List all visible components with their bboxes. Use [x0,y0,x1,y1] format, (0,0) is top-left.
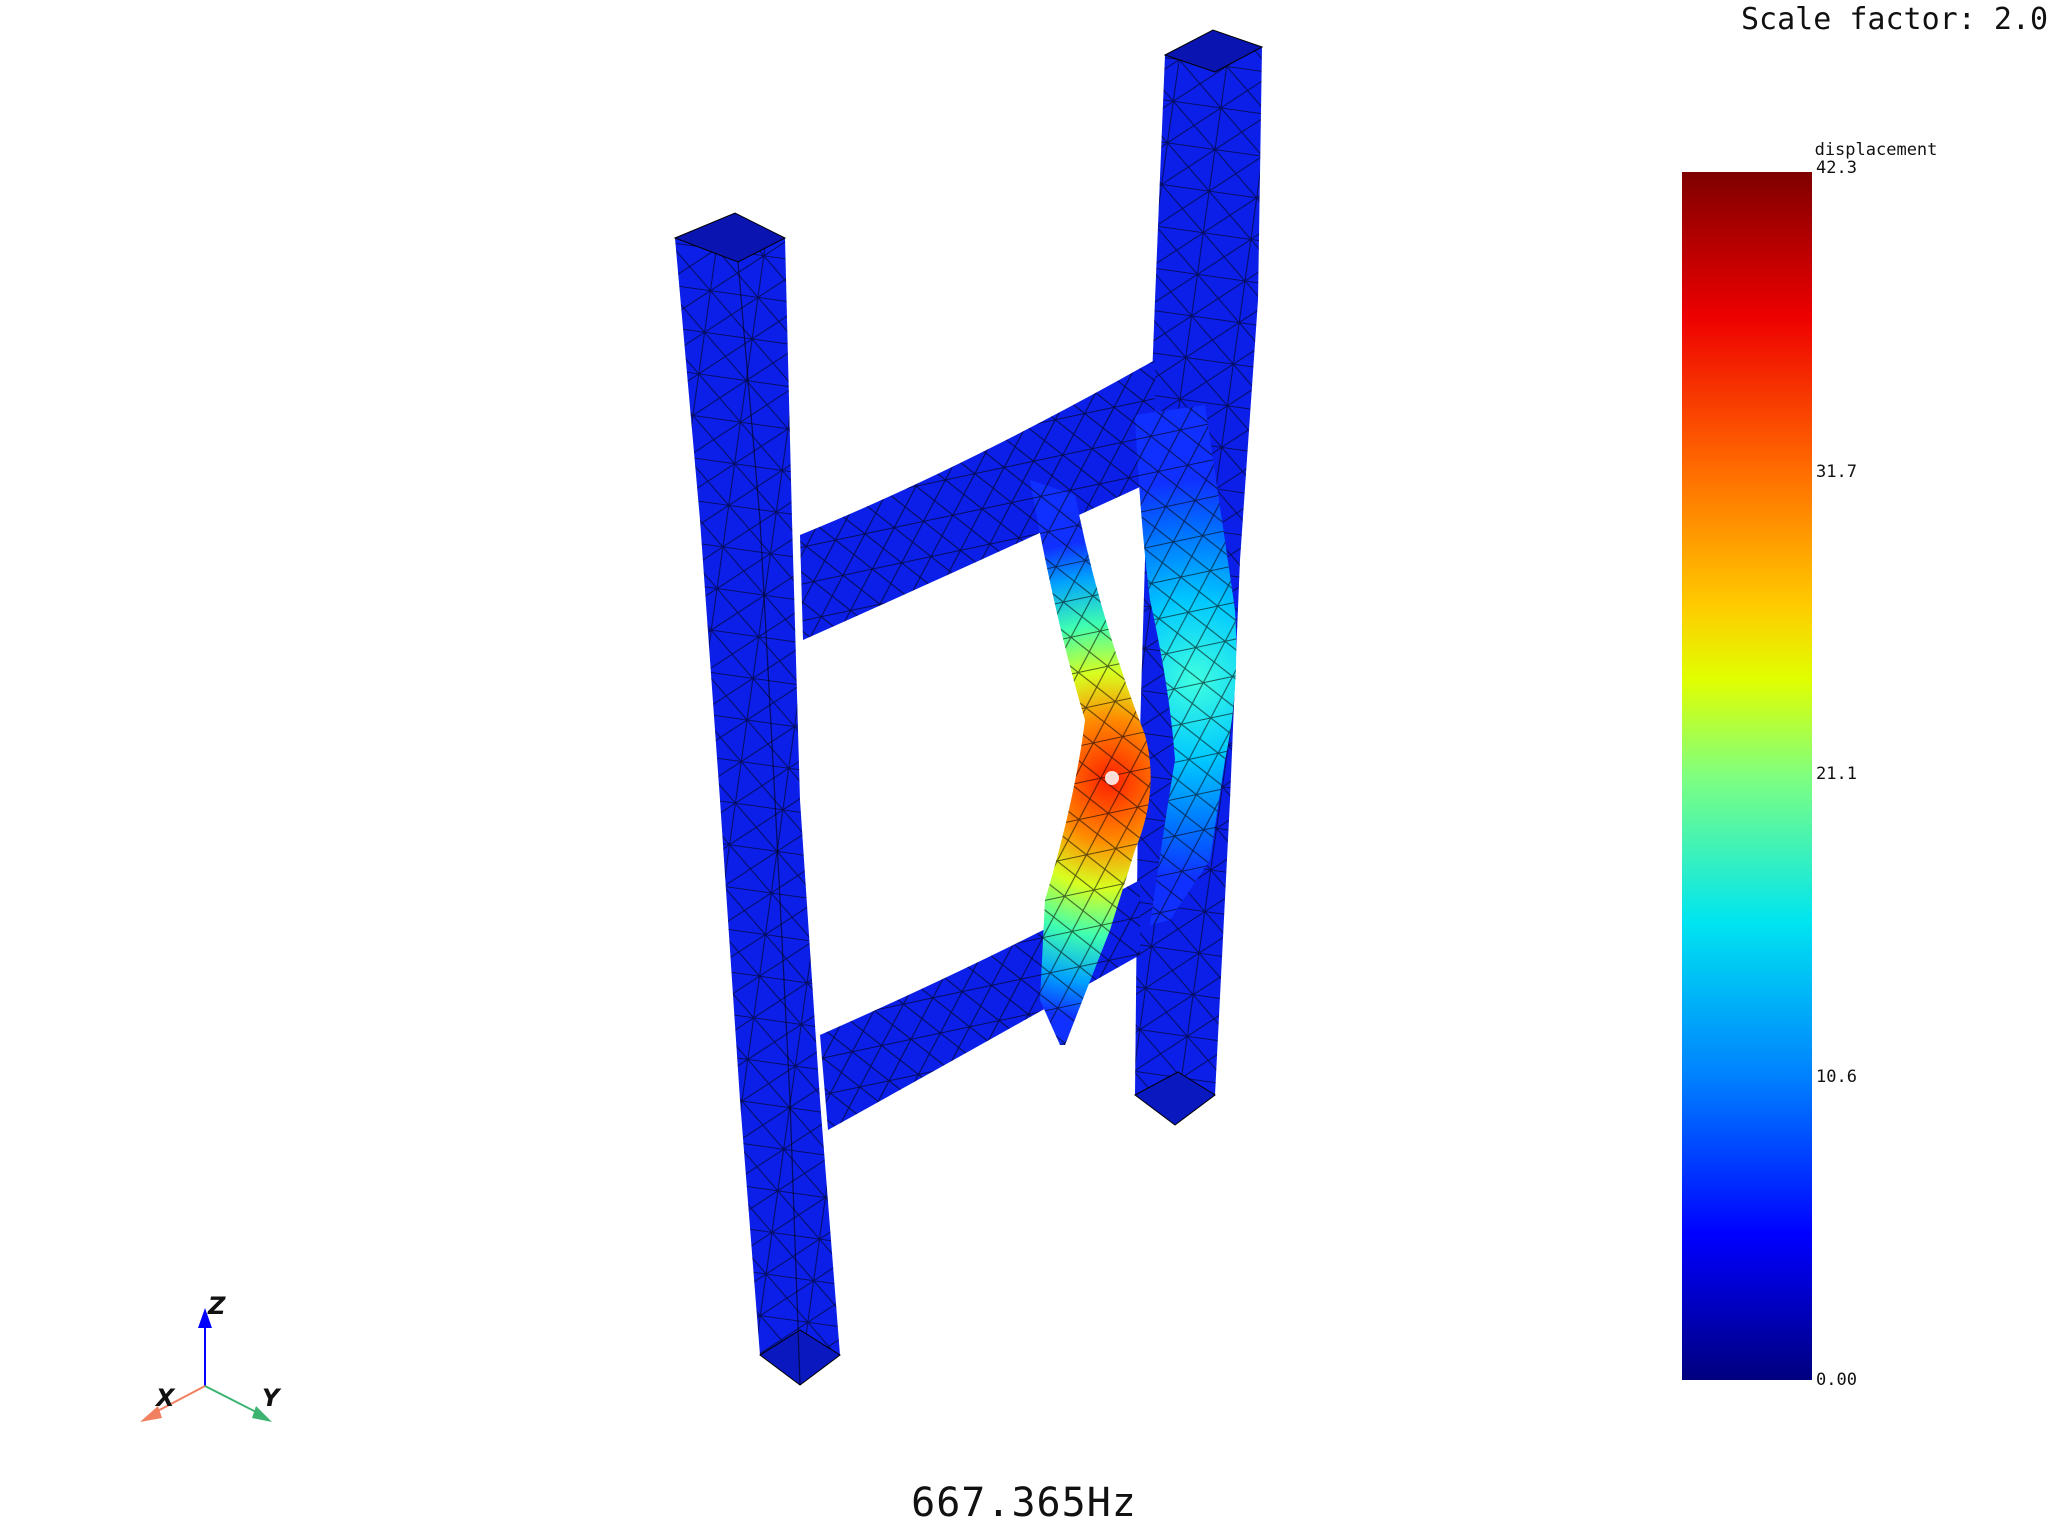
left-post [673,212,841,1386]
colorbar-tick: 21.1 [1816,764,1857,784]
colorbar-tick-min: 0.00 [1816,1370,1857,1390]
3d-viewport[interactable]: Z X Y Scale factor: 2.0 displacement 42.… [0,0,2048,1536]
colorbar-tick-max: 42.3 [1816,158,1857,178]
upper-crossbar [800,360,1155,640]
colorbar-tick: 31.7 [1816,462,1857,482]
frequency-label: 667.365Hz [911,1480,1137,1526]
y-axis-label: Y [262,1384,280,1412]
scale-factor-label: Scale factor: 2.0 [1740,2,2048,37]
colorbar-tick: 10.6 [1816,1067,1857,1087]
z-axis-label: Z [208,1292,226,1320]
deformed-plate-front [1030,480,1151,1045]
y-axis-line [204,1385,263,1416]
colorbar-title: displacement [1814,140,1938,160]
colorbar-gradient [1682,172,1812,1380]
x-axis-label: X [156,1384,175,1412]
